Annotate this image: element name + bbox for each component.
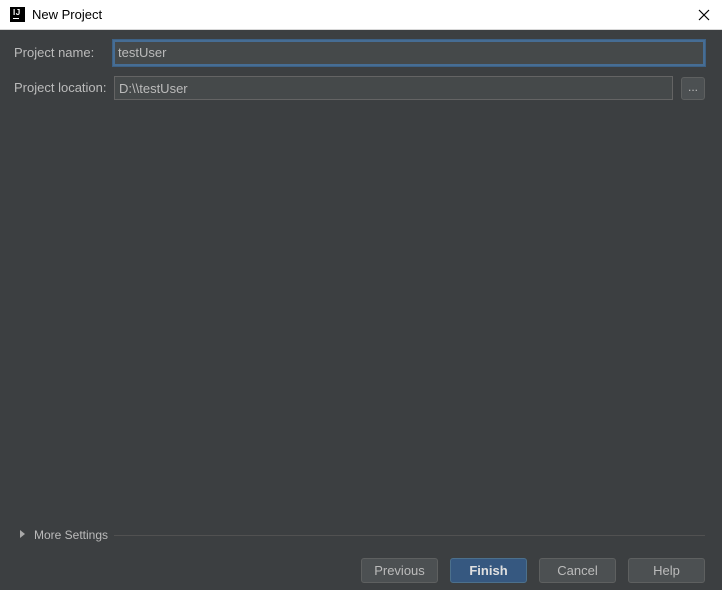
- cancel-button-label: Cancel: [557, 563, 598, 578]
- finish-button[interactable]: Finish: [450, 558, 527, 583]
- previous-button-label: Previous: [374, 563, 425, 578]
- project-name-value: testUser: [118, 45, 167, 60]
- finish-button-label: Finish: [469, 563, 508, 578]
- project-name-label: Project name:: [14, 45, 95, 60]
- browse-button-label: ...: [687, 80, 698, 94]
- title-bar: IJ New Project: [0, 0, 722, 30]
- close-button[interactable]: [692, 3, 716, 27]
- browse-button[interactable]: ...: [681, 77, 705, 100]
- expand-triangle-icon: [20, 530, 25, 538]
- new-project-dialog: IJ New Project Project name: testUser Pr…: [0, 0, 722, 590]
- more-settings-divider: [114, 535, 705, 536]
- app-icon-label: IJ: [13, 8, 21, 17]
- project-location-input[interactable]: D:\\testUser: [114, 76, 673, 100]
- previous-button[interactable]: Previous: [361, 558, 438, 583]
- intellij-icon: IJ: [10, 7, 25, 22]
- help-button[interactable]: Help: [628, 558, 705, 583]
- window-title: New Project: [32, 7, 103, 22]
- cancel-button[interactable]: Cancel: [539, 558, 616, 583]
- project-location-value: D:\\testUser: [119, 81, 188, 96]
- project-location-label: Project location:: [14, 80, 107, 95]
- help-button-label: Help: [653, 563, 680, 578]
- more-settings-label: More Settings: [34, 528, 109, 542]
- project-name-input[interactable]: testUser: [113, 40, 705, 66]
- close-icon: [698, 9, 710, 21]
